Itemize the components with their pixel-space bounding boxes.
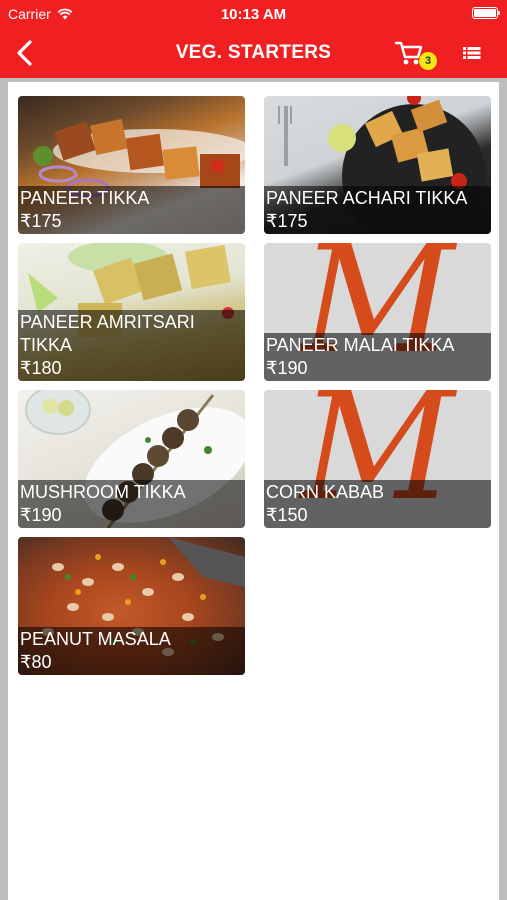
item-name: CORN KABAB <box>266 482 385 502</box>
menu-item-card[interactable]: PANEER TIKKA ₹175 <box>18 96 245 234</box>
item-name: PANEER TIKKA <box>20 188 150 208</box>
item-caption: PANEER ACHARI TIKKA ₹175 <box>264 186 491 234</box>
cart-count-badge: 3 <box>419 52 437 70</box>
item-price: ₹175 <box>266 211 308 231</box>
item-caption: PANEER MALAI TIKKA ₹190 <box>264 333 491 381</box>
item-caption: PANEER AMRITSARI TIKKA ₹180 <box>18 310 245 381</box>
item-price: ₹190 <box>20 505 62 525</box>
menu-item-card[interactable]: MUSHROOM TIKKA ₹190 <box>18 390 245 528</box>
status-time: 10:13 AM <box>220 6 287 23</box>
item-price: ₹175 <box>20 211 62 231</box>
item-caption: PEANUT MASALA ₹80 <box>18 627 245 675</box>
item-name: PEANUT MASALA <box>20 629 171 649</box>
menu-item-card[interactable]: PANEER ACHARI TIKKA ₹175 <box>264 96 491 234</box>
item-caption: CORN KABAB ₹150 <box>264 480 491 528</box>
nav-bar: VEG. STARTERS 3 <box>0 28 507 78</box>
item-name: PANEER ACHARI TIKKA <box>266 188 468 208</box>
menu-item-card[interactable]: M PANEER MALAI TIKKA ₹190 <box>264 243 491 381</box>
item-price: ₹80 <box>20 652 52 672</box>
status-bar: Carrier 10:13 AM <box>0 0 507 28</box>
list-view-icon[interactable] <box>461 42 483 64</box>
menu-item-card[interactable]: PEANUT MASALA ₹80 <box>18 537 245 675</box>
item-name: PANEER AMRITSARI TIKKA <box>20 312 195 355</box>
item-price: ₹180 <box>20 358 62 378</box>
menu-item-card[interactable]: PANEER AMRITSARI TIKKA ₹180 <box>18 243 245 381</box>
item-price: ₹150 <box>266 505 308 525</box>
item-caption: PANEER TIKKA ₹175 <box>18 186 245 234</box>
menu-grid: PANEER TIKKA ₹175 PANEER ACHARI TIKKA ₹1… <box>8 82 499 900</box>
item-name: MUSHROOM TIKKA <box>20 482 186 502</box>
battery-icon <box>472 7 500 19</box>
item-price: ₹190 <box>266 358 308 378</box>
item-name: PANEER MALAI TIKKA <box>266 335 455 355</box>
menu-item-card[interactable]: M CORN KABAB ₹150 <box>264 390 491 528</box>
item-caption: MUSHROOM TIKKA ₹190 <box>18 480 245 528</box>
